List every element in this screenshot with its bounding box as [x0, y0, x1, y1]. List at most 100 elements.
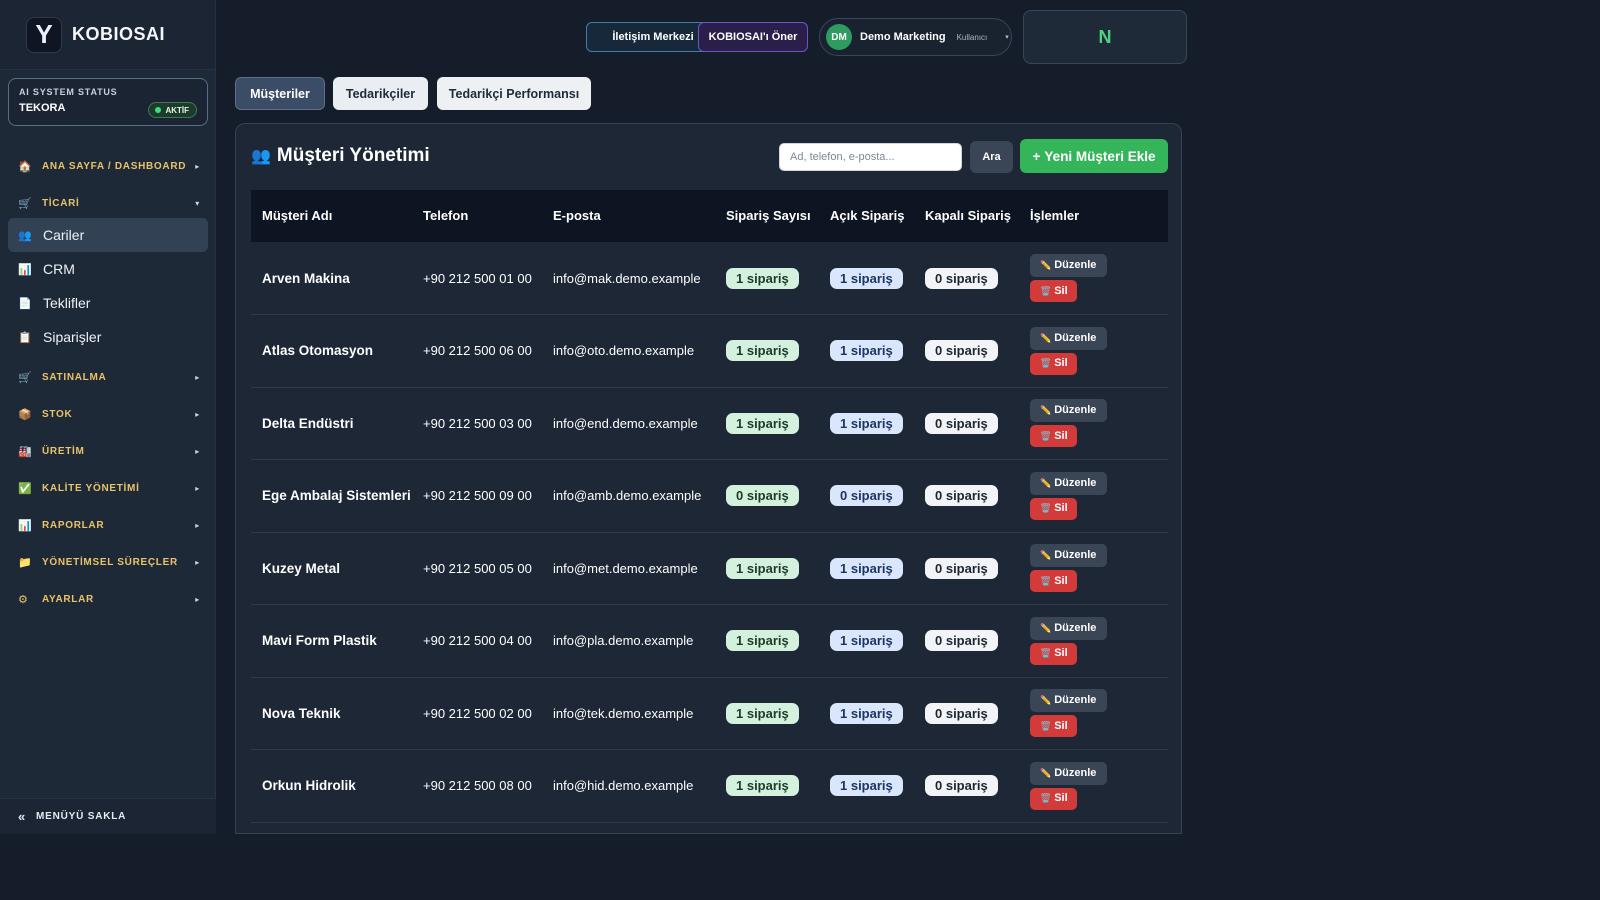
- edit-label: Düzenle: [1054, 331, 1097, 344]
- column-header-closed-orders[interactable]: Kapalı Sipariş: [914, 190, 1019, 242]
- customer-email: info@tek.demo.example: [553, 705, 694, 721]
- open-orders-cell: 1 sipariş: [819, 387, 914, 460]
- table-row[interactable]: Delta Endüstri +90 212 500 03 00 info@end.…: [251, 387, 1168, 460]
- customer-email: info@oto.demo.example: [553, 343, 695, 359]
- open-orders-badge: 0 sipariş: [830, 485, 903, 507]
- delete-button[interactable]: 🗑️ Sil: [1030, 570, 1077, 593]
- edit-button[interactable]: ✏️ Düzenle: [1030, 761, 1107, 785]
- sidebar-section-satinalma[interactable]: 🛒 SATINALMA ▸: [18, 371, 200, 384]
- delete-button[interactable]: 🗑️ Sil: [1030, 715, 1077, 738]
- edit-button[interactable]: ✏️ Düzenle: [1030, 471, 1107, 495]
- search-input[interactable]: [779, 143, 962, 171]
- tab-tedarikci-performansi[interactable]: Tedarikçi Performansı: [437, 77, 591, 110]
- customer-name: Mavi Form Plastik: [262, 633, 377, 649]
- open-orders-badge: 1 sipariş: [830, 267, 903, 289]
- chevron-right-icon: ▸: [195, 558, 200, 567]
- delete-button[interactable]: 🗑️ Sil: [1030, 642, 1077, 665]
- edit-button[interactable]: ✏️ Düzenle: [1030, 326, 1107, 350]
- sidebar-section-yonetimsel[interactable]: 📁 YÖNETİMSEL SÜREÇLER ▸: [18, 556, 200, 569]
- chevron-down-icon: ▾: [195, 199, 200, 208]
- delete-button[interactable]: 🗑️ Sil: [1030, 497, 1077, 520]
- customer-name: Ege Ambalaj Sistemleri: [262, 488, 411, 504]
- delete-label: Sil: [1054, 502, 1068, 515]
- table-header: Müşteri Adı Telefon E-posta Sipariş Sayı…: [251, 190, 1168, 242]
- order-count-badge: 1 sipariş: [726, 267, 799, 289]
- table-row[interactable]: Kuzey Metal +90 212 500 05 00 info@met.dem…: [251, 532, 1168, 605]
- user-menu[interactable]: DM Demo Marketing Kullanıcı ▾: [819, 18, 1012, 56]
- table-row[interactable]: Orkun Hidrolik +90 212 500 08 00 info@hid.…: [251, 750, 1168, 823]
- sidebar-item-siparisler[interactable]: 📋 Siparişler: [8, 320, 208, 354]
- edit-button[interactable]: ✏️ Düzenle: [1030, 254, 1107, 277]
- edit-button[interactable]: ✏️ Düzenle: [1030, 616, 1107, 640]
- sidebar-section-label: ANA SAYFA / DASHBOARD: [42, 161, 187, 172]
- document-icon: 📄: [18, 297, 32, 310]
- actions-cell: ✏️ Düzenle 🗑️ Sil: [1019, 460, 1168, 533]
- brand[interactable]: Y KOBIOSAI: [0, 0, 215, 70]
- column-header-order-count[interactable]: Sipariş Sayısı: [715, 190, 819, 242]
- add-customer-button[interactable]: + Yeni Müşteri Ekle: [1020, 139, 1168, 173]
- order-count-cell: 1 sipariş: [715, 387, 819, 460]
- status-badge-label: AKTİF: [165, 105, 189, 115]
- column-header-email[interactable]: E-posta: [542, 190, 715, 242]
- row-actions: ✏️ Düzenle 🗑️ Sil: [1030, 254, 1168, 302]
- open-orders-cell: 0 sipariş: [819, 460, 914, 533]
- sidebar-section-stok[interactable]: 📦 STOK ▸: [18, 408, 200, 421]
- customer-panel: 👥 Müşteri Yönetimi Ara + Yeni Müşteri Ek…: [235, 123, 1182, 834]
- chevron-right-icon: ▸: [195, 521, 200, 530]
- sidebar-section-raporlar[interactable]: 📊 RAPORLAR ▸: [18, 519, 200, 532]
- edit-label: Düzenle: [1054, 259, 1097, 271]
- sidebar-section-label: SATINALMA: [42, 372, 107, 383]
- closed-orders-badge: 0 sipariş: [925, 485, 998, 507]
- sidebar-section-ayarlar[interactable]: ⚙ AYARLAR ▸: [18, 593, 200, 606]
- sidebar-section-uretim[interactable]: 🏭 ÜRETİM ▸: [18, 445, 200, 458]
- edit-button[interactable]: ✏️ Düzenle: [1030, 544, 1107, 568]
- edit-button[interactable]: ✏️ Düzenle: [1030, 399, 1107, 423]
- pencil-icon: ✏️: [1040, 405, 1052, 416]
- order-count-cell: 1 sipariş: [715, 242, 819, 315]
- trash-icon: 🗑️: [1040, 720, 1052, 731]
- table-row[interactable]: Ege Ambalaj Sistemleri +90 212 500 09 00 i…: [251, 460, 1168, 533]
- notification-box[interactable]: N: [1023, 10, 1187, 64]
- pencil-icon: ✏️: [1040, 767, 1052, 778]
- tab-tedarikciler[interactable]: Tedarikçiler: [333, 77, 428, 110]
- sidebar-item-cariler[interactable]: 👥 Cariler: [8, 218, 208, 252]
- open-orders-cell: 1 sipariş: [819, 750, 914, 823]
- delete-button[interactable]: 🗑️ Sil: [1030, 425, 1077, 448]
- customer-phone: +90 212 500 04 00: [423, 633, 532, 649]
- tab-musteriler[interactable]: Müşteriler: [235, 77, 325, 110]
- edit-button[interactable]: ✏️ Düzenle: [1030, 689, 1107, 713]
- search-button[interactable]: Ara: [970, 141, 1013, 173]
- hide-menu-button[interactable]: « MENÜYÜ SAKLA: [0, 798, 216, 834]
- customer-email: info@met.demo.example: [553, 560, 698, 576]
- trash-icon: 🗑️: [1040, 503, 1052, 514]
- sidebar-item-crm[interactable]: 📊 CRM: [8, 252, 208, 286]
- sidebar-section-ticari[interactable]: 🛒 TİCARİ ▾: [18, 197, 200, 210]
- column-header-open-orders[interactable]: Açık Sipariş: [819, 190, 914, 242]
- sidebar-section-label: AYARLAR: [42, 594, 94, 605]
- delete-label: Sil: [1054, 647, 1068, 660]
- delete-button[interactable]: 🗑️ Sil: [1030, 352, 1077, 375]
- closed-orders-cell: 0 sipariş: [914, 532, 1019, 605]
- open-orders-badge: 1 sipariş: [830, 557, 903, 579]
- table-row[interactable]: Arven Makina +90 212 500 01 00 info@mak.de…: [251, 242, 1168, 315]
- sidebar-section-dashboard[interactable]: 🏠 ANA SAYFA / DASHBOARD ▸: [18, 160, 200, 173]
- actions-cell: ✏️ Düzenle 🗑️ Sil: [1019, 750, 1168, 823]
- sidebar-item-teklifler[interactable]: 📄 Teklifler: [8, 286, 208, 320]
- ai-status-label: AI SYSTEM STATUS: [19, 87, 118, 97]
- chevron-right-icon: ▸: [195, 447, 200, 456]
- row-actions: ✏️ Düzenle 🗑️ Sil: [1030, 399, 1168, 448]
- closed-orders-badge: 0 sipariş: [925, 630, 998, 652]
- sidebar-section-kalite[interactable]: ✅ KALİTE YÖNETİMİ ▸: [18, 482, 200, 495]
- trash-icon: 🗑️: [1040, 575, 1052, 586]
- delete-button[interactable]: 🗑️ Sil: [1030, 787, 1077, 810]
- table-row[interactable]: Nova Teknik +90 212 500 02 00 info@tek.dem…: [251, 677, 1168, 750]
- open-orders-cell: 1 sipariş: [819, 242, 914, 315]
- closed-orders-badge: 0 sipariş: [925, 775, 998, 797]
- column-header-name[interactable]: Müşteri Adı: [251, 190, 412, 242]
- table-row[interactable]: Atlas Otomasyon +90 212 500 06 00 info@oto…: [251, 315, 1168, 387]
- table-row[interactable]: Mavi Form Plastik +90 212 500 04 00 info@p…: [251, 605, 1168, 677]
- recommend-button[interactable]: KOBIOSAI'ı Öner: [698, 22, 808, 52]
- column-header-phone[interactable]: Telefon: [412, 190, 542, 242]
- delete-button[interactable]: 🗑️ Sil: [1030, 280, 1077, 302]
- closed-orders-badge: 0 sipariş: [925, 267, 998, 289]
